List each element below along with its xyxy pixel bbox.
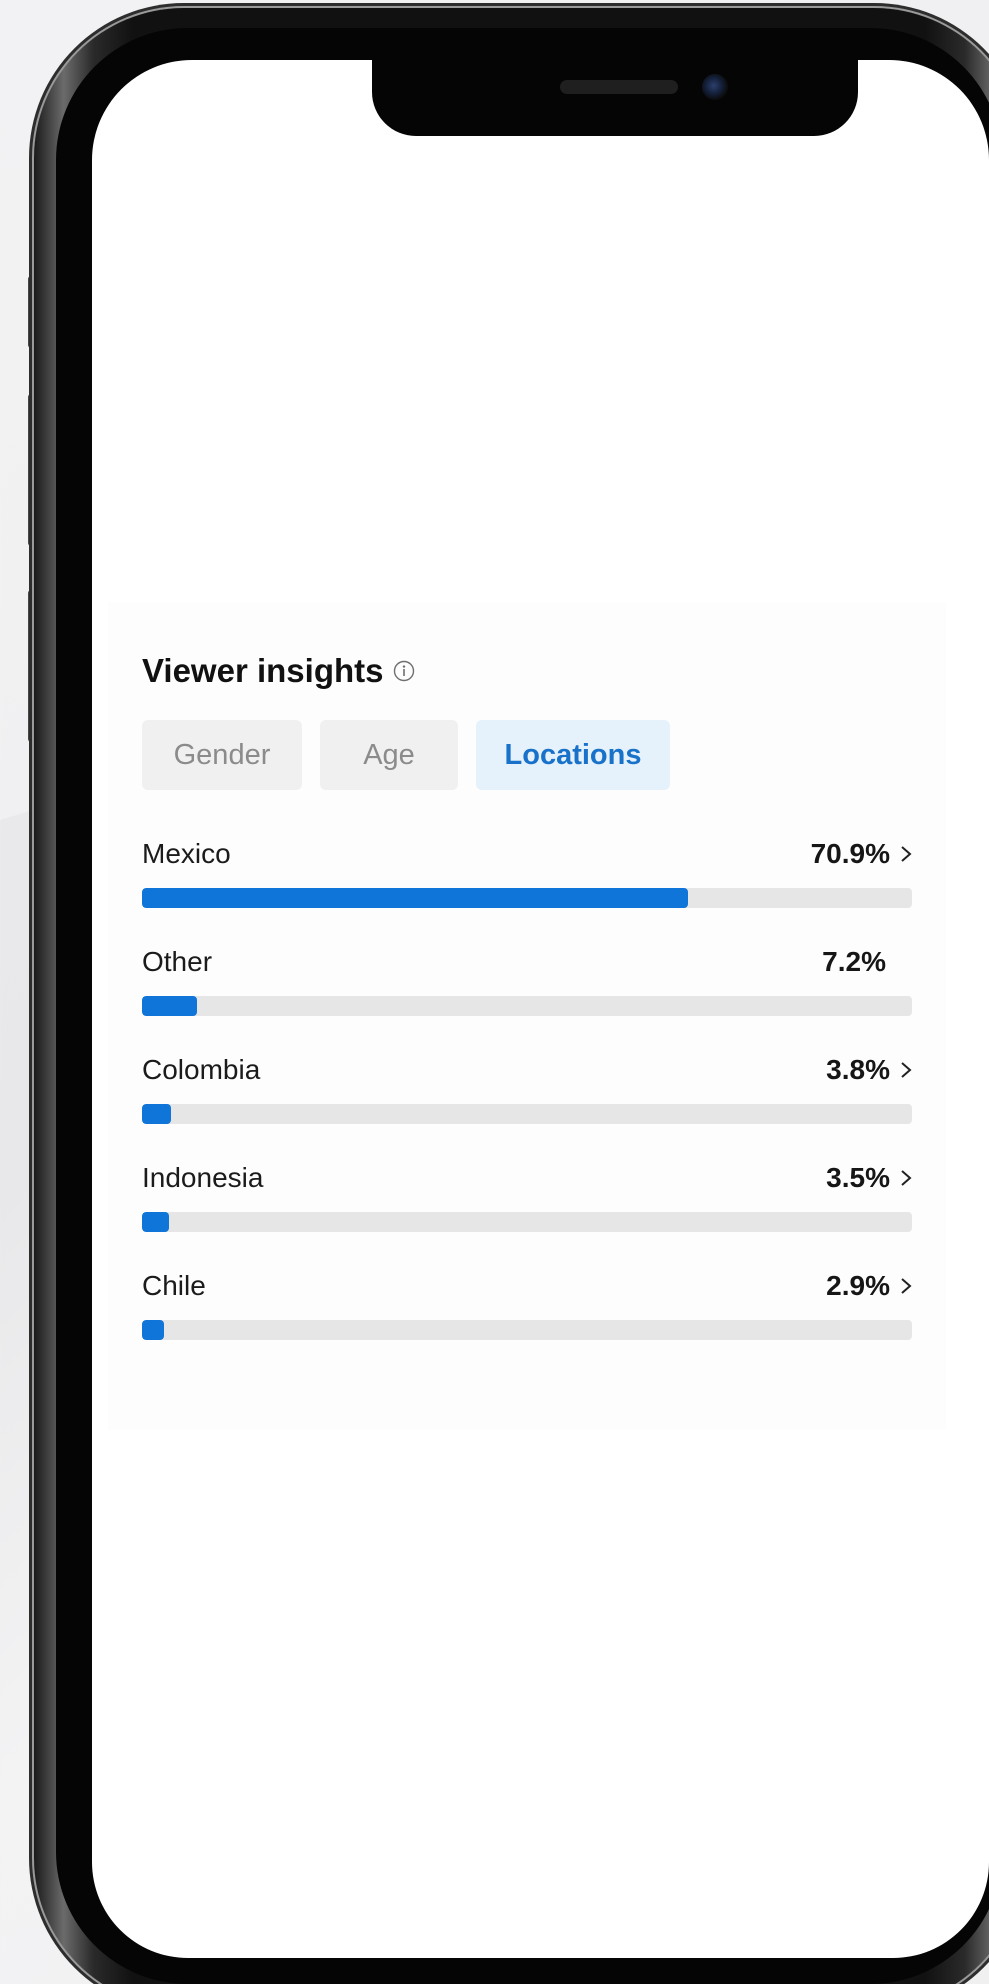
location-row-mexico[interactable]: Mexico 70.9% <box>142 838 912 946</box>
chevron-right-icon <box>901 846 912 862</box>
location-list: Mexico 70.9% Other 7.2% Colombia 3.8% In… <box>142 838 912 1378</box>
location-label: Chile <box>142 1270 206 1301</box>
percentage: 7.2% <box>822 946 886 977</box>
tab-locations[interactable]: Locations <box>476 720 670 790</box>
viewer-insights-card: Viewer insights Gender Age Locations Mex… <box>108 602 946 1430</box>
chevron-right-icon <box>901 1278 912 1294</box>
percentage: 70.9% <box>810 838 890 869</box>
card-title: Viewer insights <box>142 652 384 689</box>
tab-label: Age <box>363 738 415 771</box>
progress-track <box>142 996 912 1016</box>
location-label: Indonesia <box>142 1162 264 1193</box>
location-value: 2.9% <box>826 1270 912 1302</box>
tab-label: Gender <box>173 738 271 771</box>
card-header: Viewer insights <box>142 652 415 690</box>
notch <box>372 60 858 136</box>
percentage: 3.5% <box>826 1162 890 1193</box>
location-label: Colombia <box>142 1054 261 1085</box>
tab-gender[interactable]: Gender <box>142 720 302 790</box>
progress-track <box>142 888 912 908</box>
tab-label: Locations <box>504 738 642 771</box>
location-row-other: Other 7.2% <box>142 946 912 1054</box>
progress-fill <box>142 1104 172 1124</box>
progress-track <box>142 1212 912 1232</box>
location-value: 3.5% <box>826 1162 912 1194</box>
progress-track <box>142 1104 912 1124</box>
location-value: 3.8% <box>826 1054 912 1086</box>
progress-track <box>142 1320 912 1340</box>
front-camera <box>702 74 728 100</box>
location-row-indonesia[interactable]: Indonesia 3.5% <box>142 1162 912 1270</box>
location-value: 7.2% <box>822 946 912 978</box>
progress-fill <box>142 996 198 1016</box>
tab-age[interactable]: Age <box>320 720 458 790</box>
phone-screen: Viewer insights Gender Age Locations Mex… <box>92 60 989 1958</box>
location-row-colombia[interactable]: Colombia 3.8% <box>142 1054 912 1162</box>
location-label: Mexico <box>142 838 231 869</box>
progress-fill <box>142 1320 165 1340</box>
progress-fill <box>142 1212 169 1232</box>
percentage: 2.9% <box>826 1270 890 1301</box>
tab-bar: Gender Age Locations <box>142 720 688 790</box>
chevron-right-icon <box>901 1062 912 1078</box>
chevron-right-icon <box>901 1170 912 1186</box>
info-icon[interactable] <box>393 660 415 682</box>
progress-fill <box>142 888 688 908</box>
location-value: 70.9% <box>811 838 912 870</box>
speaker-grille <box>560 80 678 94</box>
location-label: Other <box>142 946 213 977</box>
percentage: 3.8% <box>826 1054 890 1085</box>
location-row-chile[interactable]: Chile 2.9% <box>142 1270 912 1378</box>
